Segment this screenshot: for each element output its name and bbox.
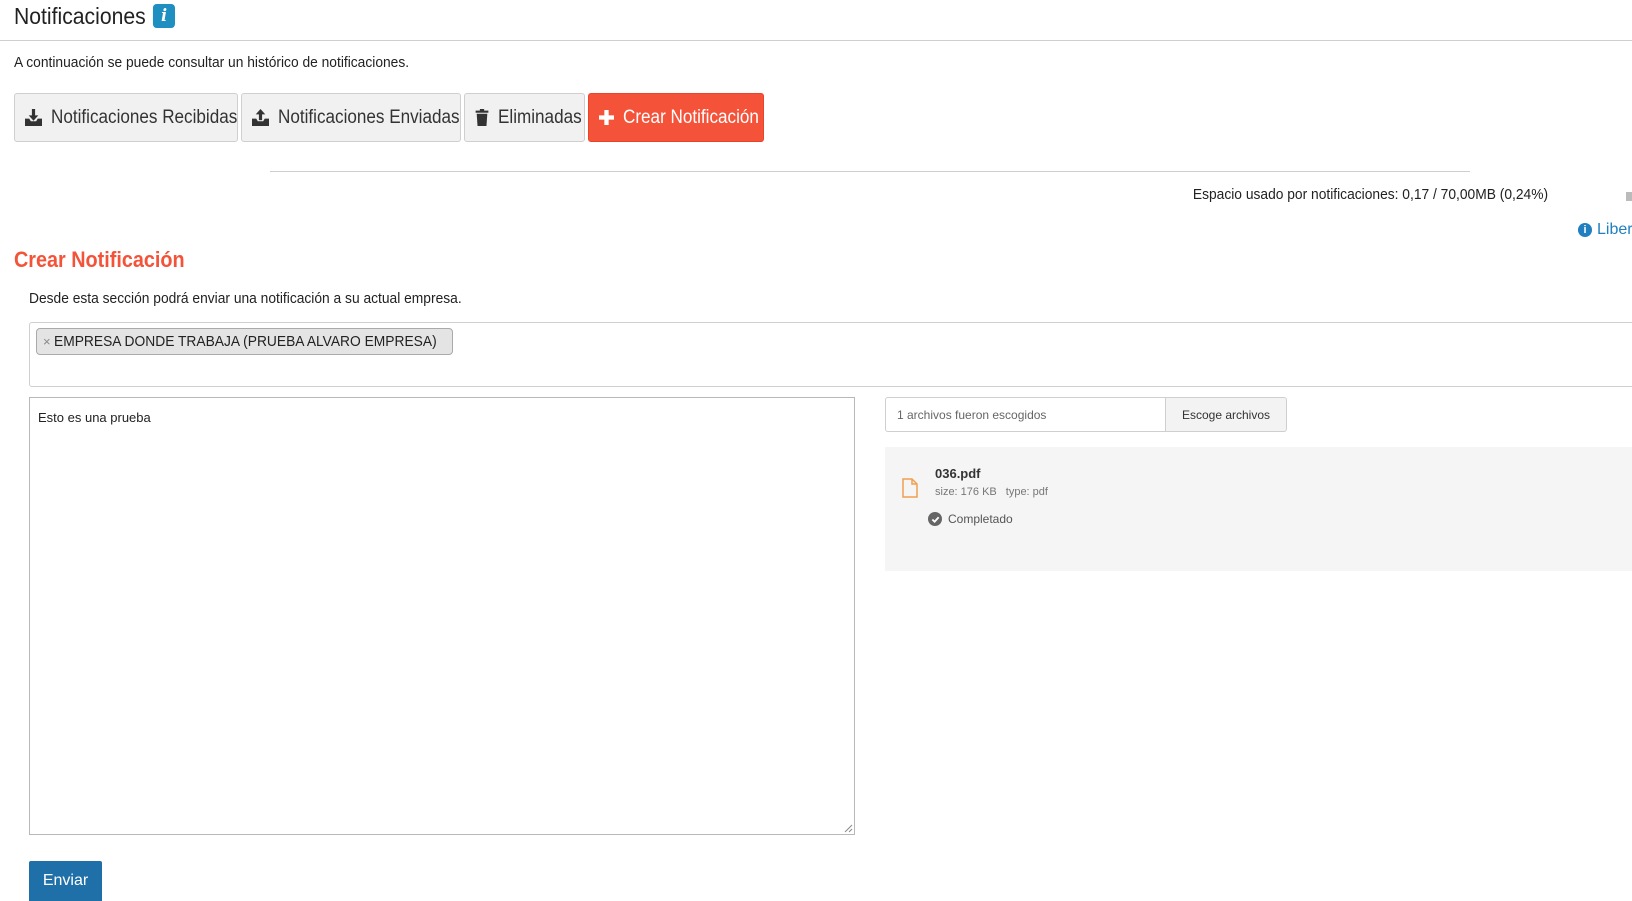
file-icon <box>902 478 918 498</box>
tab-label: Notificaciones Enviadas <box>278 106 460 128</box>
storage-progress-bar <box>1626 192 1632 201</box>
tab-label: Notificaciones Recibidas <box>51 106 238 128</box>
plus-icon <box>599 110 614 125</box>
tab-notificaciones-enviadas[interactable]: Notificaciones Enviadas <box>241 93 461 142</box>
page-title: Notificaciones <box>14 2 146 29</box>
section-title: Crear Notificación <box>14 247 185 272</box>
recipient-chip: × EMPRESA DONDE TRABAJA (PRUEBA ALVARO E… <box>36 328 453 355</box>
storage-usage-text: Espacio usado por notificaciones: 0,17 /… <box>1192 186 1548 203</box>
tab-eliminadas[interactable]: Eliminadas <box>464 93 585 142</box>
file-size: size: 176 KB <box>935 486 997 498</box>
free-space-link-label: Libere <box>1597 221 1632 238</box>
info-icon[interactable]: i <box>153 4 176 28</box>
tab-crear-notificacion[interactable]: Crear Notificación <box>588 93 764 142</box>
choose-files-button[interactable]: Escoge archivos <box>1165 397 1287 432</box>
remove-recipient-icon[interactable]: × <box>43 334 51 349</box>
file-type: type: pdf <box>1005 486 1048 498</box>
recipients-select[interactable]: × EMPRESA DONDE TRABAJA (PRUEBA ALVARO E… <box>29 322 1632 387</box>
download-tray-icon <box>25 109 42 126</box>
message-textarea[interactable]: Esto es una prueba <box>29 397 855 835</box>
section-divider <box>270 171 1470 172</box>
tab-label: Crear Notificación <box>623 106 759 128</box>
trash-icon <box>475 109 489 126</box>
page-header: Notificaciones i <box>14 0 176 32</box>
resize-grip-icon[interactable] <box>843 823 853 833</box>
file-meta: size: 176 KB type: pdf <box>935 486 1048 498</box>
intro-text: A continuación se puede consultar un his… <box>14 54 410 71</box>
file-name-field[interactable]: 1 archivos fueron escogidos <box>885 397 1165 432</box>
check-circle-icon <box>928 512 942 526</box>
section-description: Desde esta sección podrá enviar una noti… <box>29 290 462 307</box>
recipient-chip-label: EMPRESA DONDE TRABAJA (PRUEBA ALVARO EMP… <box>53 333 437 350</box>
notification-tabs: Notificaciones Recibidas Notificaciones … <box>14 93 764 142</box>
free-space-link[interactable]: i Libere <box>1578 221 1632 239</box>
file-name: 036.pdf <box>935 466 981 481</box>
file-preview-panel <box>885 447 1632 571</box>
tab-label: Eliminadas <box>498 106 582 128</box>
upload-status-label: Completado <box>948 512 1013 526</box>
info-circle-icon: i <box>1578 223 1592 237</box>
send-button[interactable]: Enviar <box>29 861 102 901</box>
header-divider <box>0 40 1632 41</box>
upload-tray-icon <box>252 109 269 126</box>
upload-status: Completado <box>928 512 1013 526</box>
tab-notificaciones-recibidas[interactable]: Notificaciones Recibidas <box>14 93 238 142</box>
file-input-group: 1 archivos fueron escogidos Escoge archi… <box>885 397 1287 432</box>
